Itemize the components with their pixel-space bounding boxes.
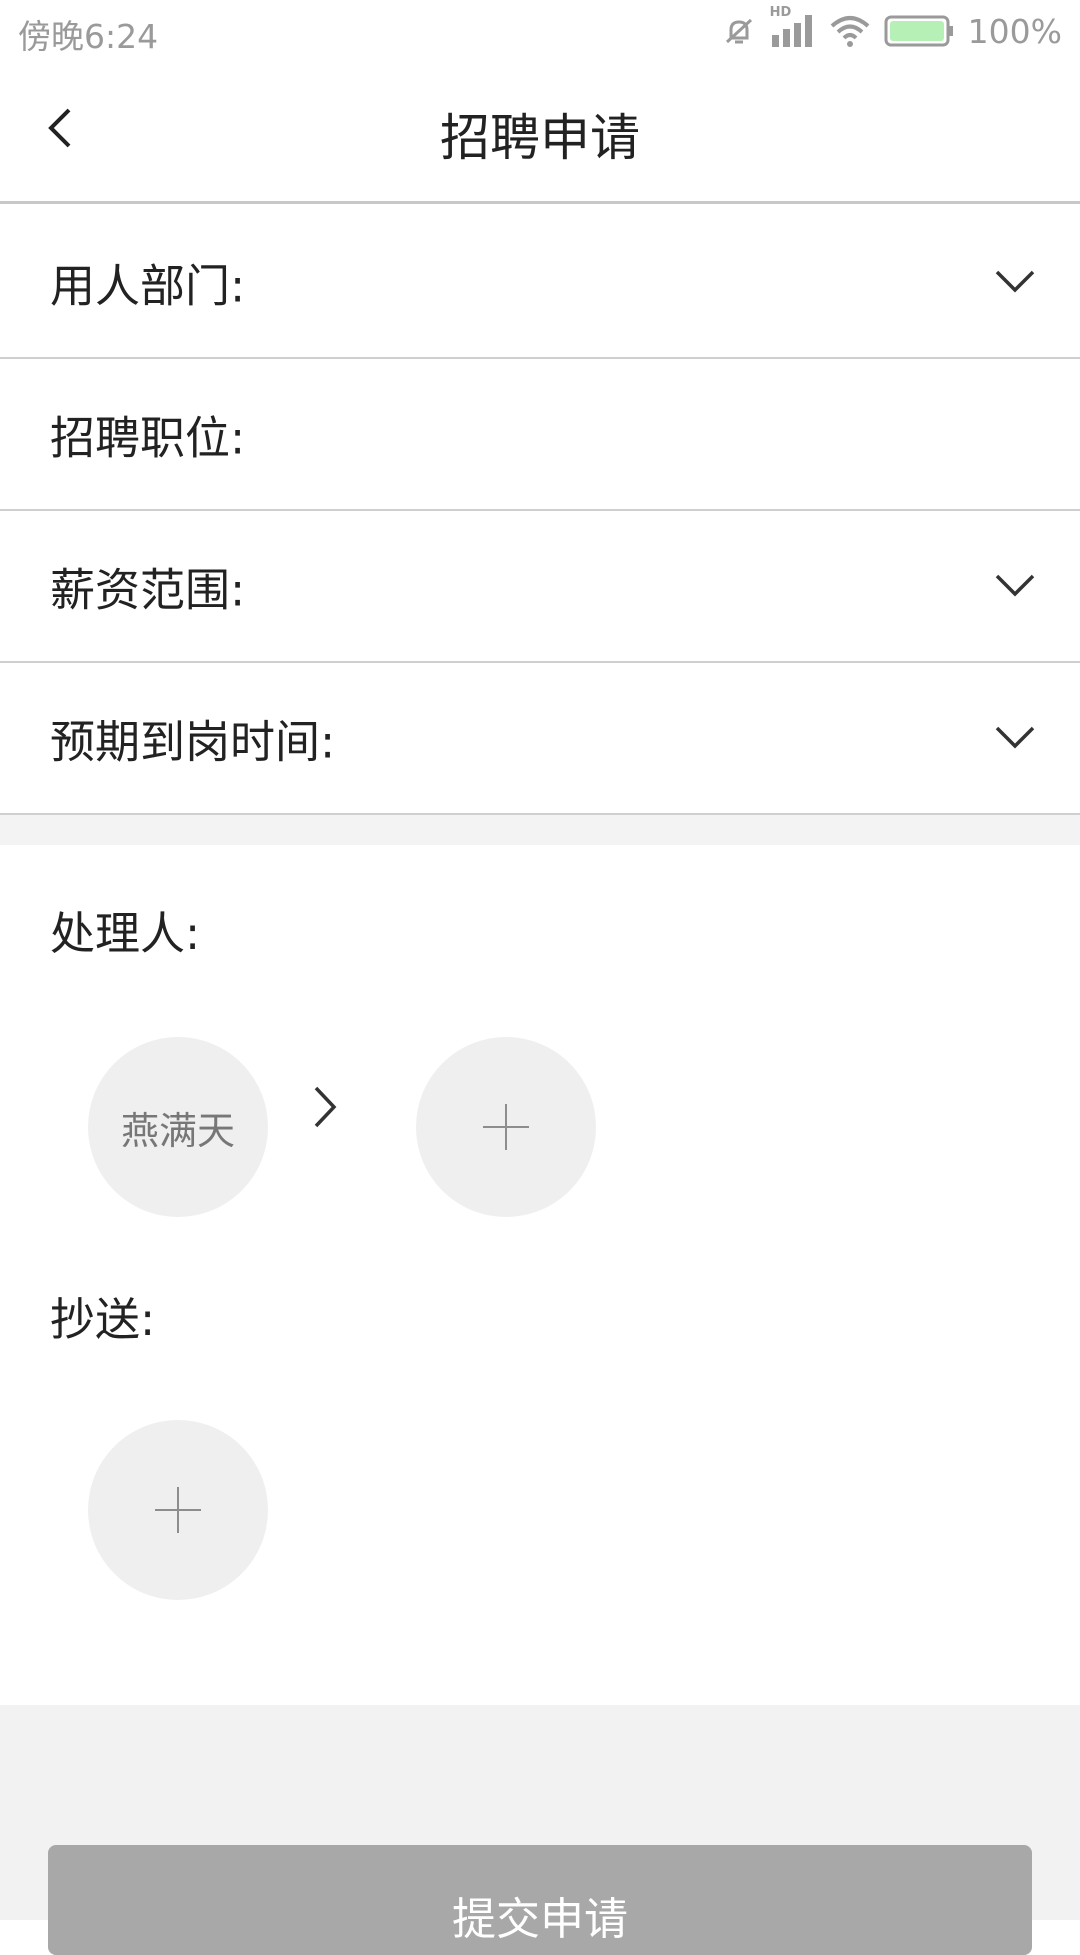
plus-icon xyxy=(483,1104,529,1150)
expected-start-label: 预期到岗时间: xyxy=(50,715,336,769)
salary-range-label: 薪资范围: xyxy=(50,563,246,617)
wifi-icon xyxy=(830,16,869,47)
application-form: 用人部门: 招聘职位: 薪资范围: 预期到岗时间: xyxy=(0,207,1080,815)
submit-button[interactable]: 提交申请 xyxy=(48,1845,1032,1955)
battery-percentage: 100% xyxy=(967,11,1062,51)
section-divider xyxy=(0,815,1080,845)
approver-label: 处理人: xyxy=(50,907,201,960)
expected-start-select[interactable]: 预期到岗时间: xyxy=(0,663,1080,815)
battery-icon xyxy=(884,15,953,47)
status-time: 傍晚6:24 xyxy=(18,17,159,56)
chevron-down-icon xyxy=(995,726,1035,749)
bottom-bar: 提交申请 xyxy=(0,1705,1080,1955)
approver-name: 燕满天 xyxy=(120,1108,235,1153)
salary-range-select[interactable]: 薪资范围: xyxy=(0,511,1080,663)
signal-icon: HD xyxy=(770,5,816,51)
approval-section: 处理人: 燕满天 抄送: xyxy=(0,845,1080,1705)
add-cc-button[interactable] xyxy=(88,1420,268,1600)
add-approver-button[interactable] xyxy=(416,1037,596,1217)
department-label: 用人部门: xyxy=(50,259,246,313)
status-icons: HD 100% xyxy=(722,5,1062,54)
status-bar: 傍晚6:24 HD 100% xyxy=(0,0,1080,62)
cc-label: 抄送: xyxy=(50,1293,156,1346)
department-select[interactable]: 用人部门: xyxy=(0,207,1080,359)
mute-icon xyxy=(725,18,752,44)
approver-avatar[interactable]: 燕满天 xyxy=(88,1037,268,1217)
header: 招聘申请 xyxy=(0,62,1080,204)
chevron-right-icon xyxy=(314,1086,337,1128)
chevron-down-icon xyxy=(995,270,1035,293)
position-label: 招聘职位: xyxy=(50,411,246,465)
page-title: 招聘申请 xyxy=(440,109,640,167)
chevron-down-icon xyxy=(995,574,1035,597)
position-input[interactable]: 招聘职位: xyxy=(0,359,1080,511)
plus-icon xyxy=(155,1487,201,1533)
